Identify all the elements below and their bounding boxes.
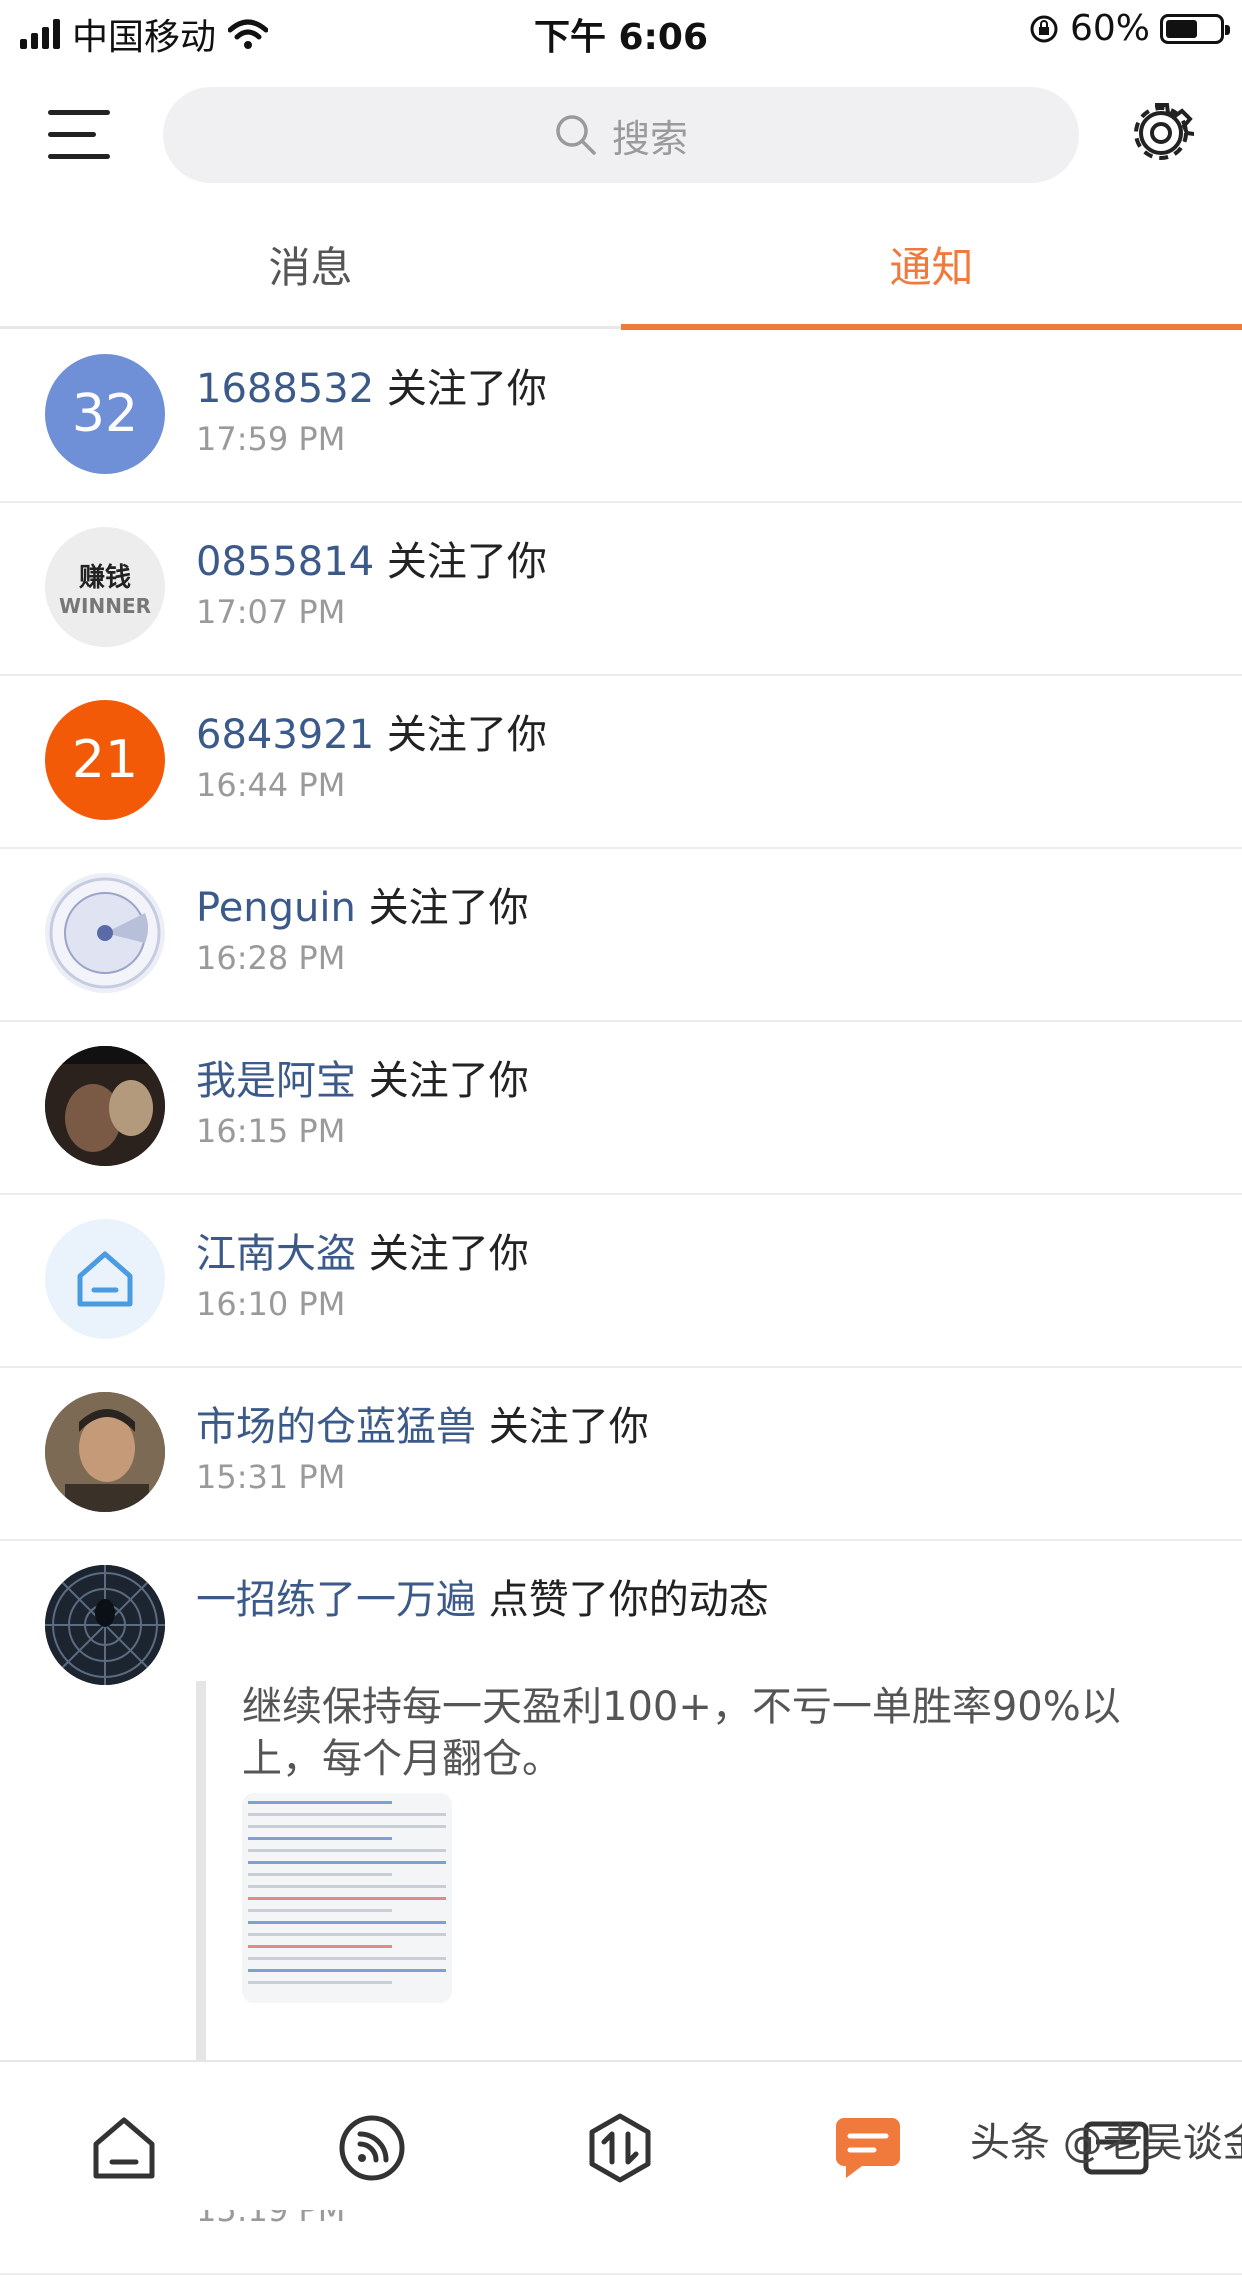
tab-notifications[interactable]: 通知 <box>621 220 1242 330</box>
home-icon <box>93 2117 155 2179</box>
menu-icon <box>48 110 110 115</box>
thumbnail-row <box>248 1861 446 1864</box>
list-item[interactable]: 江南大盗 关注了你 16:10 PM <box>0 1195 1242 1368</box>
timestamp: 17:07 PM <box>196 593 346 631</box>
timestamp: 17:59 PM <box>196 420 346 458</box>
username-link[interactable]: 市场的仓蓝猛兽 <box>196 1404 476 1450</box>
settings-button[interactable] <box>1128 100 1196 166</box>
list-item[interactable]: 我是阿宝 关注了你 16:15 PM <box>0 1022 1242 1195</box>
action-text: 关注了你 <box>355 885 529 931</box>
gear-icon <box>1134 103 1196 160</box>
thumbnail-row <box>248 1957 446 1960</box>
nav-home-button[interactable] <box>88 2112 160 2184</box>
action-text: 关注了你 <box>356 1058 529 1104</box>
watermark: 头条 @老吴谈金 <box>970 2120 1242 2166</box>
quoted-post-text: 继续保持每一天盈利100+，不亏一单胜率90%以上，每个月翻仓。 <box>242 1684 1121 1782</box>
tab-bar: 消息 通知 <box>0 220 1242 330</box>
thumbnail-row <box>248 1885 446 1888</box>
photo-avatar-icon <box>45 1046 165 1166</box>
top-bar: 搜索 <box>0 80 1242 190</box>
action-text: 关注了你 <box>374 712 547 758</box>
search-bar[interactable]: 搜索 <box>163 87 1079 183</box>
messages-icon <box>836 2118 900 2178</box>
search-icon <box>556 115 596 155</box>
thumbnail-row <box>248 1909 392 1912</box>
trade-icon <box>589 2113 651 2183</box>
action-text: 关注了你 <box>374 366 547 412</box>
search-placeholder: 搜索 <box>611 116 688 161</box>
action-text: 关注了你 <box>356 1231 529 1277</box>
thumbnail-row <box>248 1849 446 1852</box>
thumbnail-row <box>248 1969 446 1972</box>
username-link[interactable]: 我是阿宝 <box>196 1058 356 1104</box>
tab-messages[interactable]: 消息 <box>0 220 621 330</box>
spider-avatar-icon <box>45 1565 165 1685</box>
photo-avatar-icon <box>45 1392 165 1512</box>
timestamp: 15:31 PM <box>196 1458 346 1496</box>
thumbnail-row <box>248 1933 446 1936</box>
thumbnail-row <box>248 1801 392 1804</box>
thumbnail-row <box>248 1945 392 1948</box>
avatar[interactable] <box>45 1392 165 1512</box>
home-outline-icon <box>77 1251 133 1307</box>
list-item[interactable]: Penguin 关注了你 16:28 PM <box>0 849 1242 1022</box>
status-bar: 中国移动 下午 6:06 60% <box>0 0 1242 62</box>
timestamp: 16:44 PM <box>196 766 346 804</box>
action-text: 关注了你 <box>476 1404 649 1450</box>
username-link[interactable]: 0855814 <box>196 539 374 585</box>
avatar[interactable] <box>45 873 165 993</box>
thumbnail-row <box>248 1981 392 1984</box>
thumbnail-row <box>248 1837 392 1840</box>
nav-trade-button[interactable] <box>584 2112 656 2184</box>
username-link[interactable]: 江南大盗 <box>196 1231 356 1277</box>
avatar[interactable] <box>45 1046 165 1166</box>
timestamp: 16:28 PM <box>196 939 346 977</box>
thumbnail-row <box>248 1921 446 1924</box>
list-item[interactable]: 32 1688532 关注了你 17:59 PM <box>0 330 1242 503</box>
nav-feed-button[interactable] <box>336 2112 408 2184</box>
avatar[interactable]: 赚钱 WINNER <box>45 527 165 647</box>
action-text: 点赞了你的动态 <box>476 1577 769 1623</box>
action-text: 关注了你 <box>374 539 547 585</box>
username-link[interactable]: 一招练了一万遍 <box>196 1577 476 1623</box>
list-item[interactable]: 21 6843921 关注了你 16:44 PM <box>0 676 1242 849</box>
dial-image-icon <box>49 877 161 989</box>
timestamp: 16:10 PM <box>196 1285 346 1323</box>
avatar[interactable]: 32 <box>45 354 165 474</box>
rotation-lock-icon <box>1030 15 1058 42</box>
battery-percent: 60% <box>1069 8 1150 49</box>
avatar[interactable] <box>45 1565 165 1685</box>
thumbnail-row <box>248 1825 446 1828</box>
avatar[interactable] <box>45 1219 165 1339</box>
timestamp: 16:15 PM <box>196 1112 346 1150</box>
thumbnail-row <box>248 1813 446 1816</box>
username-link[interactable]: 6843921 <box>196 712 374 758</box>
thumbnail-row <box>248 1873 392 1876</box>
post-thumbnail[interactable] <box>242 1793 452 2003</box>
thumbnail-row <box>248 1897 446 1900</box>
list-item[interactable]: 赚钱 WINNER 0855814 关注了你 17:07 PM <box>0 503 1242 676</box>
avatar[interactable]: 21 <box>45 700 165 820</box>
battery-icon <box>1160 13 1230 44</box>
username-link[interactable]: Penguin <box>196 885 356 931</box>
nav-messages-button[interactable] <box>832 2112 904 2184</box>
notification-list: 32 1688532 关注了你 17:59 PM 赚钱 WINNER 08558… <box>0 330 1242 2275</box>
list-item[interactable]: 市场的仓蓝猛兽 关注了你 15:31 PM <box>0 1368 1242 1541</box>
feed-icon <box>339 2115 405 2181</box>
username-link[interactable]: 1688532 <box>196 366 374 412</box>
menu-button[interactable] <box>48 106 114 162</box>
